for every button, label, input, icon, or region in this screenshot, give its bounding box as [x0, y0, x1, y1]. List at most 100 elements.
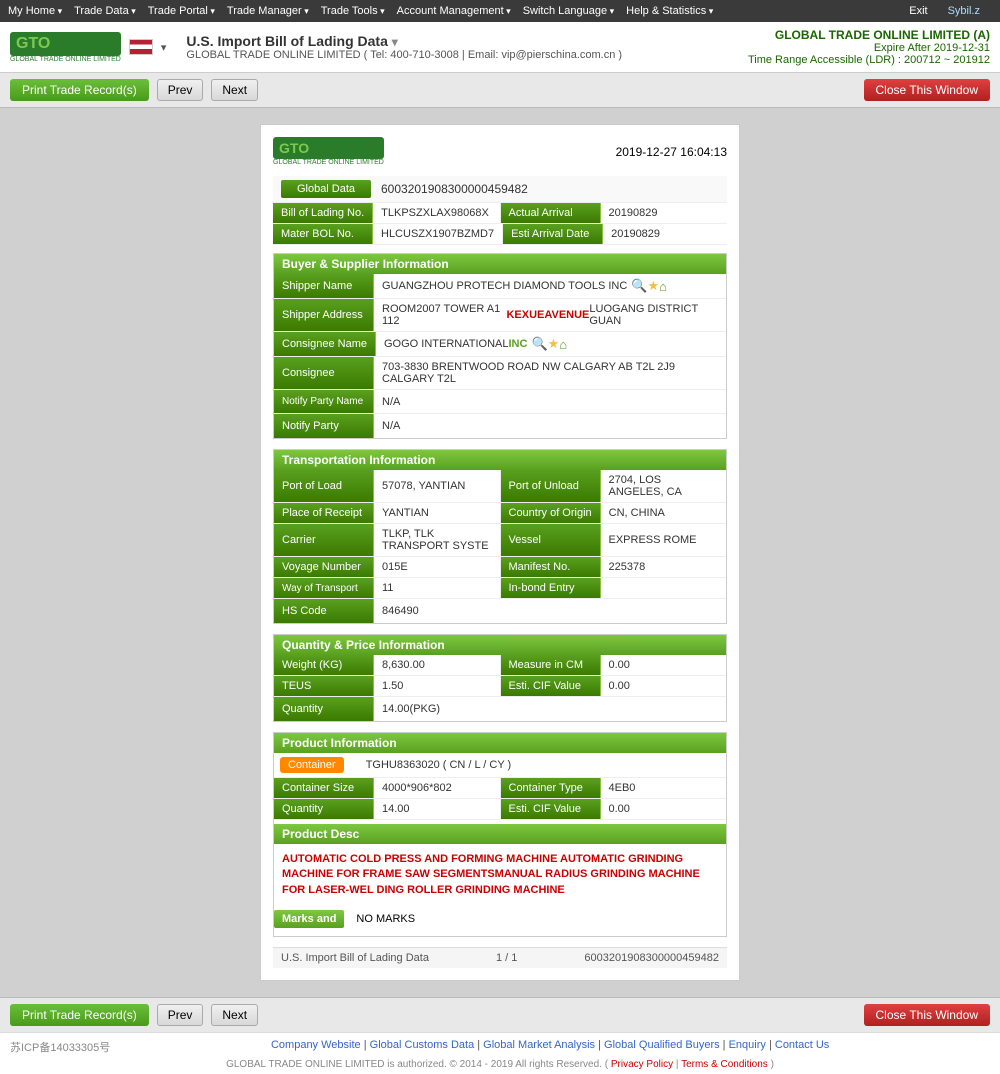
close-button-top[interactable]: Close This Window	[864, 79, 990, 101]
quantity-price-section: Quantity & Price Information Weight (KG)…	[273, 634, 727, 722]
vessel-field: Vessel EXPRESS ROME	[501, 524, 727, 556]
consignee-row: Consignee 703-3830 BRENTWOOD ROAD NW CAL…	[274, 357, 726, 390]
container-size-type-row: Container Size 4000*906*802 Container Ty…	[274, 778, 726, 799]
hs-code-label: HS Code	[274, 599, 374, 623]
print-record-button-bottom[interactable]: Print Trade Record(s)	[10, 1004, 149, 1026]
consignee-name-label: Consignee Name	[274, 332, 376, 356]
master-bol-label: Mater BOL No.	[273, 224, 373, 244]
company-website-link[interactable]: Company Website	[271, 1039, 361, 1051]
consignee-home-icon[interactable]: ⌂	[559, 337, 567, 352]
weight-measure-row: Weight (KG) 8,630.00 Measure in CM 0.00	[274, 655, 726, 676]
privacy-policy-link[interactable]: Privacy Policy	[611, 1059, 673, 1070]
nav-trade-data[interactable]: Trade Data	[74, 5, 136, 17]
notify-party-row: Notify Party N/A	[274, 414, 726, 438]
global-qualified-link[interactable]: Global Qualified Buyers	[604, 1039, 720, 1051]
nav-account-management[interactable]: Account Management	[397, 5, 511, 17]
shipper-search-icon[interactable]: 🔍	[631, 278, 647, 294]
place-of-receipt-field: Place of Receipt YANTIAN	[274, 503, 501, 523]
next-button-top[interactable]: Next	[211, 79, 258, 101]
buyer-supplier-header: Buyer & Supplier Information	[274, 254, 726, 274]
next-button-bottom[interactable]: Next	[211, 1004, 258, 1026]
bol-field: Bill of Lading No. TLKPSZXLAX98068X	[273, 203, 501, 223]
container-row: Container TGHU8363020 ( CN / L / CY )	[274, 753, 726, 778]
global-customs-link[interactable]: Global Customs Data	[370, 1039, 475, 1051]
measure-label: Measure in CM	[501, 655, 601, 675]
product-desc-text: AUTOMATIC COLD PRESS AND FORMING MACHINE…	[274, 848, 726, 902]
teus-label: TEUS	[274, 676, 374, 696]
nav-help-statistics[interactable]: Help & Statistics	[626, 5, 713, 17]
contact-us-link[interactable]: Contact Us	[775, 1039, 829, 1051]
manifest-no-field: Manifest No. 225378	[501, 557, 727, 577]
teus-cif-row: TEUS 1.50 Esti. CIF Value 0.00	[274, 676, 726, 697]
bol-label: Bill of Lading No.	[273, 203, 373, 223]
container-size-value: 4000*906*802	[374, 778, 500, 798]
container-type-field: Container Type 4EB0	[501, 778, 727, 798]
quantity-price-header: Quantity & Price Information	[274, 635, 726, 655]
shipper-address-row: Shipper Address ROOM2007 TOWER A1 112 KE…	[274, 299, 726, 332]
footer-page: 1 / 1	[496, 952, 517, 964]
record-timestamp: 2019-12-27 16:04:13	[616, 145, 727, 159]
footer-copyright: GLOBAL TRADE ONLINE LIMITED is authorize…	[0, 1057, 1000, 1074]
close-button-bottom[interactable]: Close This Window	[864, 1004, 990, 1026]
shipper-star-icon[interactable]: ★	[647, 278, 659, 294]
nav-trade-tools[interactable]: Trade Tools	[321, 5, 385, 17]
nav-trade-portal[interactable]: Trade Portal	[148, 5, 215, 17]
container-size-label: Container Size	[274, 778, 374, 798]
marks-label: Marks and	[274, 910, 344, 928]
port-of-unload-label: Port of Unload	[501, 470, 601, 502]
weight-field: Weight (KG) 8,630.00	[274, 655, 501, 675]
enquiry-link[interactable]: Enquiry	[729, 1039, 766, 1051]
account-info: GLOBAL TRADE ONLINE LIMITED (A) Expire A…	[748, 28, 990, 66]
account-company: GLOBAL TRADE ONLINE LIMITED (A)	[748, 28, 990, 42]
nav-exit[interactable]: Exit	[909, 5, 927, 17]
logo-subtitle: GLOBAL TRADE ONLINE LIMITED	[10, 56, 121, 63]
user-name: Sybil.z	[948, 5, 980, 17]
weight-label: Weight (KG)	[274, 655, 374, 675]
terms-link[interactable]: Terms & Conditions	[681, 1059, 768, 1070]
nav-switch-language[interactable]: Switch Language	[523, 5, 614, 17]
voyage-number-field: Voyage Number 015E	[274, 557, 501, 577]
place-of-receipt-value: YANTIAN	[374, 503, 500, 523]
print-record-button-top[interactable]: Print Trade Record(s)	[10, 79, 149, 101]
icp-text: 苏ICP备14033305号	[10, 1039, 110, 1055]
footer-links: 苏ICP备14033305号 Company Website | Global …	[0, 1032, 1000, 1057]
esti-arrival-value: 20190829	[603, 224, 727, 244]
product-esti-cif-value: 0.00	[601, 799, 727, 819]
content-footer: U.S. Import Bill of Lading Data 1 / 1 60…	[273, 947, 727, 968]
quantity-label: Quantity	[274, 697, 374, 721]
in-bond-entry-label: In-bond Entry	[501, 578, 601, 598]
nav-my-home[interactable]: My Home	[8, 5, 62, 17]
global-data-value: 6003201908300000459482	[381, 182, 528, 196]
product-esti-cif-label: Esti. CIF Value	[501, 799, 601, 819]
consignee-star-icon[interactable]: ★	[548, 336, 560, 352]
port-of-unload-value: 2704, LOS ANGELES, CA	[601, 470, 727, 502]
esti-arrival-label: Esti Arrival Date	[503, 224, 603, 244]
expire-date: Expire After 2019-12-31	[748, 42, 990, 54]
shipper-name-label: Shipper Name	[274, 274, 374, 298]
consignee-search-icon[interactable]: 🔍	[531, 336, 547, 352]
global-market-link[interactable]: Global Market Analysis	[483, 1039, 595, 1051]
carrier-field: Carrier TLKP, TLK TRANSPORT SYSTE	[274, 524, 501, 556]
country-of-origin-label: Country of Origin	[501, 503, 601, 523]
content-header: GTO GLOBAL TRADE ONLINE LIMITED 2019-12-…	[273, 137, 727, 166]
buyer-supplier-section: Buyer & Supplier Information Shipper Nam…	[273, 253, 727, 439]
in-bond-entry-field: In-bond Entry	[501, 578, 727, 598]
prev-button-top[interactable]: Prev	[157, 79, 204, 101]
notify-party-label: Notify Party	[274, 414, 374, 438]
carrier-value: TLKP, TLK TRANSPORT SYSTE	[374, 524, 500, 556]
product-quantity-value: 14.00	[374, 799, 500, 819]
product-section: Product Information Container TGHU836302…	[273, 732, 727, 937]
carrier-vessel-row: Carrier TLKP, TLK TRANSPORT SYSTE Vessel…	[274, 524, 726, 557]
nav-trade-manager[interactable]: Trade Manager	[227, 5, 309, 17]
container-size-field: Container Size 4000*906*802	[274, 778, 501, 798]
hs-code-row: HS Code 846490	[274, 599, 726, 623]
master-bol-row: Mater BOL No. HLCUSZX1907BZMD7 Esti Arri…	[273, 224, 727, 245]
prev-button-bottom[interactable]: Prev	[157, 1004, 204, 1026]
notify-party-value: N/A	[374, 414, 726, 438]
container-badge: Container	[280, 757, 344, 773]
way-of-transport-label: Way of Transport	[274, 578, 374, 598]
top-toolbar: Print Trade Record(s) Prev Next Close Th…	[0, 73, 1000, 108]
shipper-address-value: ROOM2007 TOWER A1 112 KEXUE AVENUE LUOGA…	[374, 299, 726, 331]
hs-code-value: 846490	[374, 599, 726, 623]
shipper-home-icon[interactable]: ⌂	[659, 279, 667, 294]
